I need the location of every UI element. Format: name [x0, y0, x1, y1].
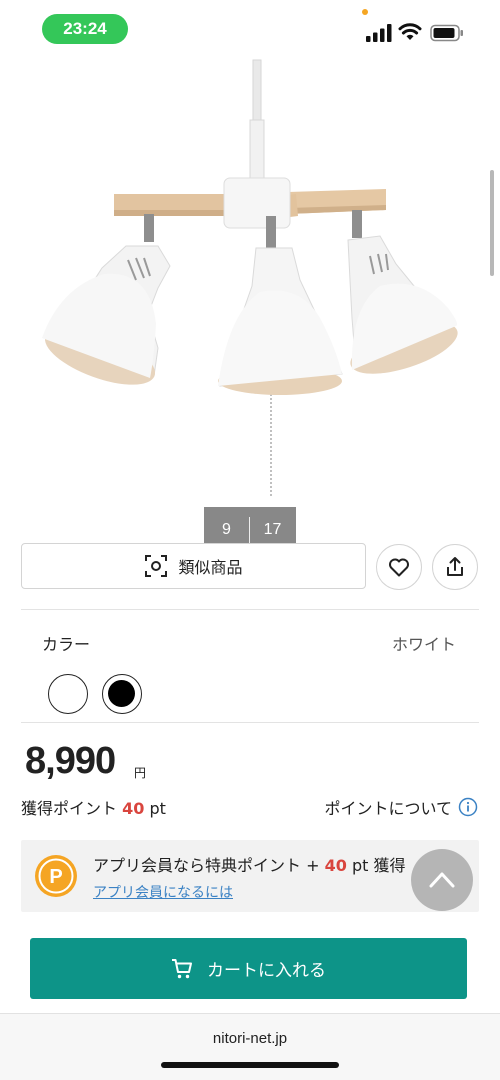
- points-info-link[interactable]: ポイントについて: [324, 795, 478, 819]
- pendant-lamp-illustration: [42, 59, 458, 496]
- similar-products-button[interactable]: 類似商品: [21, 543, 366, 589]
- cellular-signal-icon: [366, 24, 392, 42]
- points-info-label: ポイントについて: [324, 799, 452, 818]
- similar-products-label: 類似商品: [178, 558, 243, 577]
- points-coin-icon: P: [35, 855, 77, 897]
- selected-color-name: ホワイト: [391, 635, 456, 654]
- app-banner-points: 40: [324, 856, 347, 875]
- chevron-up-icon: [429, 872, 455, 888]
- image-counter-current: 9: [222, 520, 231, 538]
- wifi-icon: [398, 23, 422, 40]
- browser-url-bar[interactable]: nitori-net.jp: [0, 1013, 500, 1080]
- app-banner-text-prefix: アプリ会員なら特典ポイント +: [93, 856, 325, 875]
- app-banner-text-suffix: pt 獲得: [346, 856, 406, 875]
- divider: [21, 609, 479, 610]
- home-indicator[interactable]: [161, 1062, 339, 1068]
- cart-icon: [172, 958, 192, 978]
- app-member-signup-link[interactable]: アプリ会員になるには: [93, 882, 233, 902]
- product-price: 8,990: [25, 740, 116, 782]
- add-to-cart-button[interactable]: カートに入れる: [30, 938, 467, 999]
- favorite-button[interactable]: [376, 544, 422, 590]
- earned-points: 獲得ポイント 40 pt: [21, 795, 166, 819]
- privacy-indicator-dot: [362, 9, 368, 15]
- visual-search-icon: [145, 555, 168, 577]
- status-bar: 23:24: [0, 0, 500, 56]
- svg-text:P: P: [49, 866, 62, 888]
- page-scroll-indicator: [490, 170, 494, 276]
- earned-points-value: 40: [122, 799, 145, 818]
- share-button[interactable]: [432, 544, 478, 590]
- scroll-to-top-button[interactable]: [411, 849, 473, 911]
- color-swatch-white[interactable]: [48, 674, 88, 714]
- earned-points-suffix: pt: [144, 799, 166, 818]
- divider: [21, 722, 479, 723]
- app-banner-text: アプリ会員なら特典ポイント + 40 pt 獲得: [93, 852, 405, 876]
- battery-icon: [430, 24, 463, 42]
- status-time: 23:24: [42, 14, 128, 44]
- color-label: カラー: [42, 635, 91, 654]
- image-counter-total: 17: [263, 520, 282, 538]
- info-icon: [458, 797, 478, 817]
- share-icon: [447, 557, 463, 576]
- heart-icon: [389, 558, 409, 577]
- earned-points-prefix: 獲得ポイント: [21, 799, 123, 818]
- price-unit: 円: [134, 766, 147, 780]
- product-image[interactable]: 9 17: [0, 56, 500, 552]
- add-to-cart-label: カートに入れる: [207, 961, 326, 981]
- color-swatch-black[interactable]: [102, 674, 142, 714]
- url-text: nitori-net.jp: [212, 1030, 288, 1047]
